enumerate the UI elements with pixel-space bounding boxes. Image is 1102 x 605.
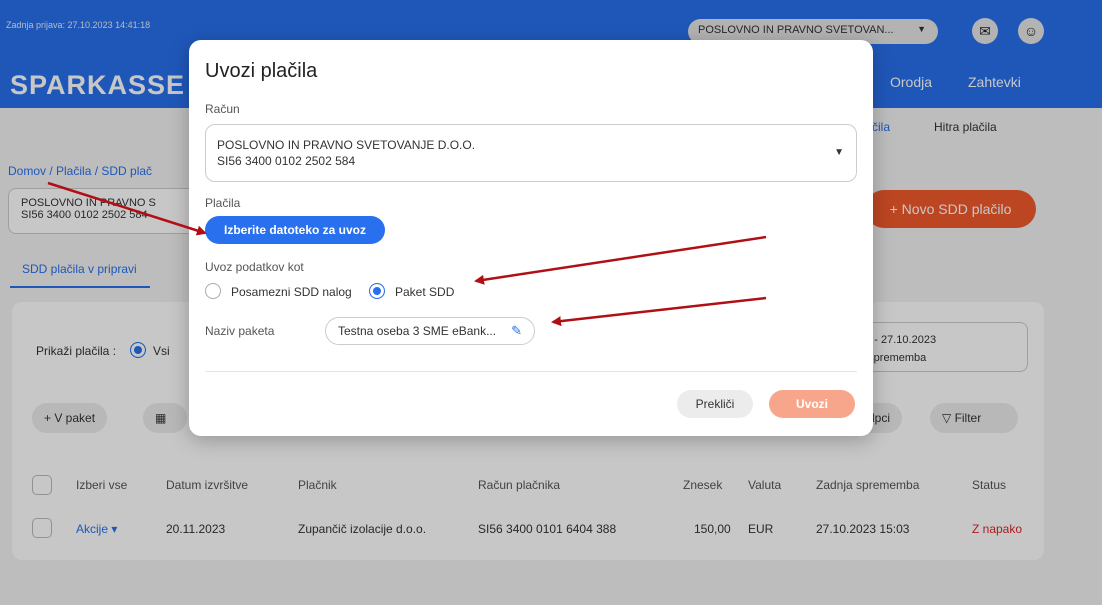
annotation-arrows [47, 181, 767, 327]
annotation-arrow [474, 235, 767, 285]
annotation-arrow [47, 181, 207, 236]
annotation-arrow [551, 296, 767, 327]
